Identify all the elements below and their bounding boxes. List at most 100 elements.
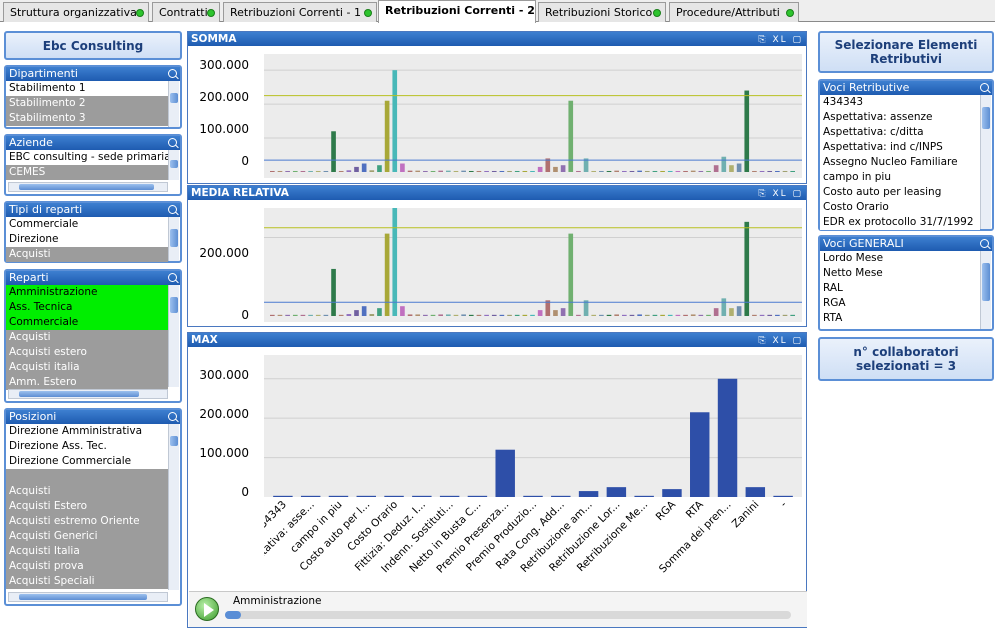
chart-bar[interactable] (759, 314, 765, 316)
chart-bar[interactable] (384, 233, 390, 316)
chart-bar[interactable] (622, 314, 627, 316)
tab-struttura-organizzativa[interactable]: Struttura organizzativa (3, 2, 149, 22)
list-item[interactable]: RGA (820, 296, 980, 311)
chart-bar[interactable] (323, 170, 329, 172)
chart-bar[interactable] (423, 314, 428, 316)
list-item[interactable]: Aspettativa: c/ditta (820, 125, 980, 140)
chart-bar[interactable] (315, 314, 321, 316)
chart-bar[interactable] (606, 487, 627, 497)
chart-bar[interactable] (338, 170, 344, 172)
chart-bar[interactable] (568, 233, 574, 316)
chart-bar[interactable] (745, 487, 766, 497)
chart-bar[interactable] (308, 314, 313, 316)
chart-bar[interactable] (622, 170, 627, 172)
list-item[interactable]: Assegno Nucleo Familiare (820, 155, 980, 170)
search-icon[interactable] (168, 412, 177, 421)
chart-bar[interactable] (430, 314, 436, 316)
chart-bar[interactable] (629, 170, 635, 172)
chart-bar[interactable] (759, 170, 765, 172)
chart-plot-max[interactable]: 434343Aspettativa: asse...campo in piuCo… (264, 355, 802, 591)
chart-bar[interactable] (713, 308, 719, 316)
chart-bar[interactable] (323, 314, 329, 316)
vertical-scrollbar[interactable] (168, 217, 179, 261)
list-item[interactable]: Amm. Estero (6, 375, 168, 390)
chart-bar[interactable] (634, 495, 654, 497)
listbox-header[interactable]: Aziende (6, 136, 180, 150)
chart-bar[interactable] (729, 308, 734, 316)
tab-procedure-attributi[interactable]: Procedure/Attributi (669, 2, 799, 22)
chart-bar[interactable] (660, 170, 665, 172)
xl-export-button[interactable]: XL (772, 35, 787, 45)
chart-controls[interactable]: ⎘ XL ▢ (758, 187, 803, 201)
chart-bar[interactable] (683, 314, 688, 316)
chart-plot-media-relativa[interactable] (264, 208, 802, 322)
chart-bar[interactable] (767, 170, 773, 172)
chart-bar[interactable] (354, 166, 359, 172)
chart-bar[interactable] (736, 306, 742, 316)
list-item[interactable] (6, 469, 168, 484)
list-item[interactable]: Netto Mese (820, 266, 980, 281)
chart-bar[interactable] (729, 165, 734, 172)
chart-bar[interactable] (392, 208, 398, 316)
listbox-header[interactable]: Tipi di reparti (6, 203, 180, 217)
chart-bar[interactable] (300, 314, 306, 316)
chart-bar[interactable] (717, 378, 738, 497)
chart-bar[interactable] (415, 314, 421, 316)
chart-bar[interactable] (568, 100, 574, 172)
scrollbar-thumb[interactable] (170, 93, 178, 103)
chart-bar[interactable] (637, 314, 642, 316)
chart-bar[interactable] (484, 314, 489, 316)
list-item[interactable]: Stabilimento 1 (6, 81, 168, 96)
chart-bar[interactable] (300, 170, 306, 172)
chart-bar[interactable] (560, 308, 566, 316)
chart-bar[interactable] (495, 449, 515, 497)
chart-bar[interactable] (407, 314, 413, 316)
tab-retribuzioni-correnti-1[interactable]: Retribuzioni Correnti - 1 (223, 2, 377, 22)
chart-bar[interactable] (690, 314, 696, 316)
chart-bar[interactable] (599, 170, 604, 172)
list-item[interactable]: Aspettativa: ind c/INPS (820, 140, 980, 155)
list-item[interactable]: Direzione Amministrativa (6, 424, 168, 439)
chart-bar[interactable] (468, 170, 474, 172)
chart-bar[interactable] (415, 170, 421, 172)
chart-bar[interactable] (412, 495, 432, 497)
chart-bar[interactable] (644, 314, 650, 316)
search-icon[interactable] (168, 273, 177, 282)
chart-bar[interactable] (361, 306, 367, 316)
chart-bar[interactable] (591, 314, 597, 316)
chart-bar[interactable] (308, 170, 313, 172)
chart-bar[interactable] (514, 170, 520, 172)
chart-bar[interactable] (292, 314, 298, 316)
list-item-selected[interactable]: Commerciale (6, 315, 168, 330)
chart-bar[interactable] (599, 314, 604, 316)
chart-bar[interactable] (392, 70, 398, 172)
vertical-scrollbar[interactable] (168, 424, 179, 590)
list-item[interactable]: Acquisti Speciali (6, 574, 168, 589)
listbox-header[interactable]: Posizioni (6, 410, 180, 424)
chart-bar[interactable] (775, 314, 780, 316)
chart-bar[interactable] (491, 170, 497, 172)
slider-handle[interactable] (225, 611, 241, 619)
list-item[interactable]: Aspettativa: assenze (820, 110, 980, 125)
list-item[interactable]: campo in piu (820, 170, 980, 185)
chart-bar[interactable] (285, 314, 290, 316)
xl-export-button[interactable]: XL (772, 336, 787, 346)
chart-bar[interactable] (499, 170, 505, 172)
chart-bar[interactable] (767, 314, 773, 316)
chart-bar[interactable] (698, 170, 704, 172)
chart-bar[interactable] (453, 170, 459, 172)
chart-bar[interactable] (675, 170, 681, 172)
chart-bar[interactable] (407, 170, 413, 172)
tab-retribuzioni-correnti-2[interactable]: Retribuzioni Correnti - 2 (378, 0, 536, 23)
chart-bar[interactable] (614, 170, 619, 172)
list-item[interactable]: 434343 (820, 95, 980, 110)
list-item[interactable]: Direzione (6, 232, 168, 247)
search-icon[interactable] (168, 205, 177, 214)
chart-bar[interactable] (752, 314, 757, 316)
chart-bar[interactable] (484, 170, 489, 172)
chart-bar[interactable] (346, 170, 352, 172)
chart-bar[interactable] (530, 314, 535, 316)
chart-bar[interactable] (439, 495, 460, 497)
chart-bar[interactable] (782, 170, 788, 172)
play-button[interactable] (195, 597, 219, 621)
